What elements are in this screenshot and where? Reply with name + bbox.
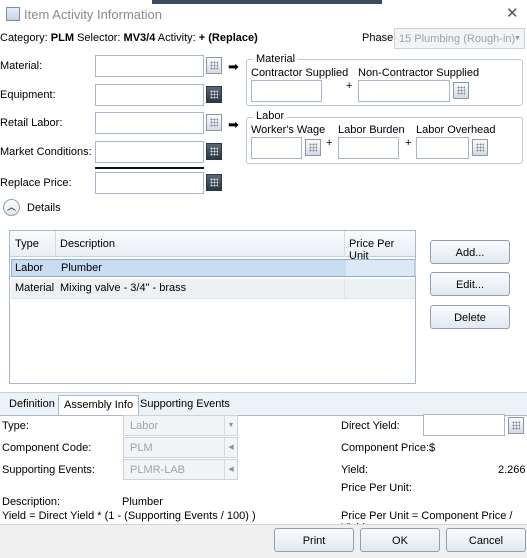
tab-supporting-events[interactable]: Supporting Events xyxy=(135,395,235,415)
type-label: Type: xyxy=(2,420,29,432)
supporting-events-label: Supporting Events: xyxy=(2,464,95,476)
collapse-icon[interactable]: ︿ xyxy=(3,199,20,216)
window-title: Item Activity Information xyxy=(24,7,162,22)
material-calculator-icon[interactable] xyxy=(206,57,222,74)
row-price xyxy=(346,260,416,276)
material-label: Material: xyxy=(0,60,43,72)
market-conditions-calculator-icon[interactable] xyxy=(206,143,222,160)
direct-yield-label: Direct Yield: xyxy=(341,420,400,432)
add-button[interactable]: Add... xyxy=(430,240,510,264)
contractor-supplied-label: Contractor Supplied xyxy=(251,67,349,79)
labor-overhead-field[interactable] xyxy=(416,137,469,159)
chevron-left-icon[interactable]: ◀ xyxy=(224,460,237,479)
selector-value: MV3/4 xyxy=(123,32,156,44)
supporting-events-select[interactable]: PLMR-LAB ◀ xyxy=(123,459,238,480)
chevron-down-icon[interactable]: ▼ xyxy=(511,29,524,48)
yield-label: Yield: xyxy=(341,464,369,476)
phase-label: Phase: xyxy=(362,32,397,44)
row-description: Plumber xyxy=(61,262,102,274)
row-type: Labor xyxy=(15,262,44,274)
plus-sign: + xyxy=(405,137,412,149)
components-grid[interactable]: Type Description Price Per Unit Labor Pl… xyxy=(9,230,416,384)
component-code-select[interactable]: PLM ◀ xyxy=(123,437,238,458)
labor-overhead-calculator-icon[interactable] xyxy=(472,139,488,156)
arrow-right-icon: ➡ xyxy=(228,117,239,132)
close-icon[interactable]: ✕ xyxy=(506,4,519,22)
title-bar-strip xyxy=(152,0,382,4)
details-label: Details xyxy=(27,202,61,214)
non-contractor-calculator-icon[interactable] xyxy=(453,82,469,99)
type-value: Labor xyxy=(130,420,159,432)
direct-yield-calculator-icon[interactable] xyxy=(508,417,524,434)
retail-labor-label: Retail Labor: xyxy=(0,117,63,129)
row-price xyxy=(344,279,345,298)
delete-button[interactable]: Delete xyxy=(430,305,510,329)
plus-sign: + xyxy=(326,137,333,149)
category-value: PLM xyxy=(50,32,74,44)
labor-overhead-label: Labor Overhead xyxy=(416,124,496,136)
category-label: Category: xyxy=(0,32,48,44)
market-conditions-label: Market Conditions: xyxy=(0,146,92,158)
price-per-unit-label: Price Per Unit: xyxy=(341,482,412,494)
phase-value: 15 Plumbing (Rough-in) xyxy=(399,33,516,45)
table-row[interactable]: Labor Plumber xyxy=(11,259,416,277)
cancel-button[interactable]: Cancel xyxy=(446,528,526,552)
equipment-field[interactable] xyxy=(95,84,204,106)
retail-labor-calculator-icon[interactable] xyxy=(206,114,222,131)
table-row[interactable]: Material Mixing valve - 3/4" - brass xyxy=(11,279,415,299)
replace-price-label: Replace Price: xyxy=(0,177,72,189)
col-type-header[interactable]: Type xyxy=(15,238,39,250)
direct-yield-field[interactable] xyxy=(423,414,505,436)
workers-wage-field[interactable] xyxy=(251,137,302,159)
type-select[interactable]: Labor ▼ xyxy=(123,415,238,436)
contractor-supplied-field[interactable] xyxy=(251,80,322,102)
row-description: Mixing valve - 3/4" - brass xyxy=(60,282,187,294)
phase-select[interactable]: 15 Plumbing (Rough-in) ▼ xyxy=(394,28,525,49)
title-bar: Item Activity Information ✕ xyxy=(0,0,527,28)
tab-definition[interactable]: Definition xyxy=(4,395,60,415)
activity-label: Activity: xyxy=(157,32,196,44)
material-group-title: Material xyxy=(253,53,299,65)
component-code-value: PLM xyxy=(130,442,153,454)
yield-value: 2.266 xyxy=(498,464,526,476)
description-label: Description: xyxy=(2,496,61,508)
col-description-header[interactable]: Description xyxy=(60,238,115,250)
market-conditions-field[interactable] xyxy=(95,141,204,163)
print-button[interactable]: Print xyxy=(274,528,354,552)
grid-header: Type Description Price Per Unit xyxy=(10,231,415,262)
plus-sign: + xyxy=(346,80,353,92)
app-icon xyxy=(6,7,20,21)
material-field[interactable] xyxy=(95,55,204,77)
activity-value: + (Replace) xyxy=(198,32,258,44)
supporting-events-value: PLMR-LAB xyxy=(130,464,186,476)
row-type: Material xyxy=(15,282,55,294)
chevron-left-icon[interactable]: ◀ xyxy=(224,438,237,457)
labor-group-title: Labor xyxy=(253,110,288,122)
workers-wage-label: Worker's Wage xyxy=(251,124,326,136)
workers-wage-calculator-icon[interactable] xyxy=(305,139,321,156)
retail-labor-field[interactable] xyxy=(95,112,204,134)
header-info: Category: PLM Selector: MV3/4 Activity: … xyxy=(0,32,330,44)
equipment-calculator-icon[interactable] xyxy=(206,86,222,103)
labor-burden-label: Labor Burden xyxy=(338,124,405,136)
arrow-right-icon: ➡ xyxy=(228,59,239,74)
equipment-label: Equipment: xyxy=(0,89,56,101)
non-contractor-supplied-label: Non-Contractor Supplied xyxy=(358,67,480,79)
component-code-label: Component Code: xyxy=(2,442,92,454)
tab-assembly-info[interactable]: Assembly Info xyxy=(58,395,140,415)
replace-price-calculator-icon[interactable] xyxy=(206,174,222,191)
replace-price-field[interactable] xyxy=(95,172,204,194)
labor-burden-field[interactable] xyxy=(338,137,399,159)
total-divider xyxy=(95,167,204,169)
yield-formula: Yield = Direct Yield * (1 - (Supporting … xyxy=(2,510,256,522)
chevron-down-icon[interactable]: ▼ xyxy=(224,416,237,435)
ok-button[interactable]: OK xyxy=(360,528,440,552)
component-price-label: Component Price:$ xyxy=(341,442,436,454)
edit-button[interactable]: Edit... xyxy=(430,272,510,296)
description-value: Plumber xyxy=(122,496,163,508)
selector-label: Selector: xyxy=(77,32,121,44)
non-contractor-supplied-field[interactable] xyxy=(358,80,450,102)
